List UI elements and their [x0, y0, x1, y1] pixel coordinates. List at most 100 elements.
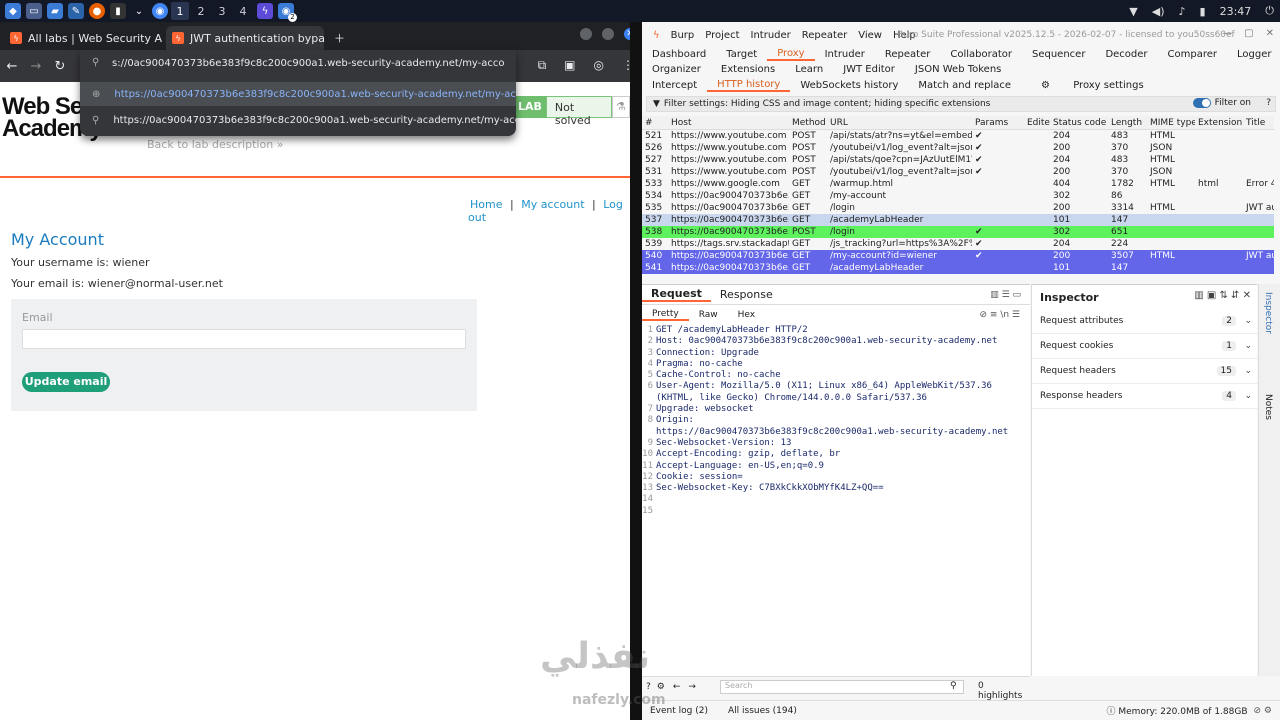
update-email-button[interactable]: Update email [22, 372, 110, 392]
status-icons[interactable]: ⊘ ⚙ [1254, 706, 1272, 716]
table-row[interactable]: 526 https://www.youtube.com POST/youtubei/… [642, 142, 1274, 154]
table-row[interactable]: 540 https://0ac900470373b6e38...GET/my-ac… [642, 250, 1274, 262]
side-tab-notes[interactable]: Notes [1263, 394, 1273, 420]
new-tab-button[interactable]: ＋ [328, 26, 352, 50]
tab-dashboard[interactable]: Dashboard [642, 49, 716, 60]
menu-view[interactable]: View [858, 30, 882, 41]
terminal-icon[interactable]: ▮ [110, 3, 126, 19]
help-icon[interactable]: ? [1266, 98, 1271, 108]
desktop-icon[interactable]: ▭ [26, 3, 42, 19]
tab-raw[interactable]: Raw [689, 310, 728, 320]
side-tab-inspector[interactable]: Inspector [1263, 292, 1273, 334]
help-icon[interactable]: ? [646, 682, 651, 692]
profile-icon[interactable]: ◎ [594, 58, 604, 73]
site-info-icon[interactable]: ⚲ [92, 57, 99, 68]
gear-icon[interactable]: ⚙ [657, 682, 665, 692]
tab-proxy[interactable]: Proxy [767, 48, 815, 61]
tab-logger[interactable]: Logger [1227, 49, 1280, 60]
tab-organizer[interactable]: Organizer [642, 64, 711, 75]
column-header[interactable]: # [642, 118, 668, 128]
extensions-icon[interactable]: ⧉ [538, 58, 547, 73]
column-header[interactable]: URL [827, 118, 972, 128]
menu-repeater[interactable]: Repeater [802, 30, 847, 41]
tab-sequencer[interactable]: Sequencer [1022, 49, 1095, 60]
chrome-window-icon[interactable]: ◉ 2 [278, 3, 297, 22]
table-row[interactable]: 533 https://www.google.com GET/warmup.html… [642, 178, 1274, 190]
column-header[interactable]: Host [668, 118, 789, 128]
table-row[interactable]: 541 https://0ac900470373b6e38...GET/acade… [642, 262, 1274, 274]
arrow-left-icon[interactable]: ← [673, 682, 681, 692]
back-icon[interactable]: ← [0, 59, 24, 74]
tab-extensions[interactable]: Extensions [711, 64, 785, 75]
inspector-row[interactable]: Response headers 4 ⌄ [1032, 384, 1258, 409]
tab-intruder[interactable]: Intruder [815, 49, 875, 60]
tab-intercept[interactable]: Intercept [642, 80, 707, 91]
tab-jwt-editor[interactable]: JWT Editor [833, 64, 905, 75]
bell-icon[interactable]: ♪ [1179, 5, 1186, 18]
all-issues-link[interactable]: All issues (194) [728, 706, 797, 716]
workspace-2[interactable]: 2 [192, 2, 210, 20]
minimize-icon[interactable] [580, 28, 592, 40]
column-header[interactable]: Status code [1050, 118, 1108, 128]
burp-icon[interactable]: ϟ [257, 3, 273, 19]
tab-request[interactable]: Request [642, 287, 711, 302]
layout-icon[interactable]: ▥ ☰ ▭ [981, 290, 1030, 300]
format-icons[interactable]: ⊘ ≡ \n ☰ [970, 310, 1030, 320]
filter-toggle[interactable]: Filter on [1192, 98, 1251, 108]
minimize-icon[interactable]: — [1222, 28, 1232, 39]
column-header[interactable]: Method [789, 118, 827, 128]
chevron-down-icon[interactable]: ⌄ [131, 3, 147, 19]
table-row[interactable]: 521 https://www.youtube.com POST/api/stats… [642, 130, 1274, 142]
column-header[interactable]: Extension [1195, 118, 1243, 128]
tab-match-replace[interactable]: Match and replace [908, 80, 1021, 91]
firefox-icon[interactable]: ● [89, 3, 105, 19]
workspace-4[interactable]: 4 [234, 2, 252, 20]
email-input[interactable] [22, 329, 466, 349]
tab-target[interactable]: Target [716, 49, 767, 60]
tab-learn[interactable]: Learn [785, 64, 833, 75]
network-icon[interactable]: ▼ [1129, 5, 1137, 18]
power-icon[interactable]: ⏻ [1265, 4, 1274, 18]
omnibox-suggestion[interactable]: ⚲ https://0ac900470373b6e383f9c8c200c900a… [80, 108, 516, 132]
chrome-icon[interactable]: ◉ [152, 3, 168, 19]
tab-websockets-history[interactable]: WebSockets history [790, 80, 908, 91]
inspector-controls[interactable]: ▥ ▣ ⇅ ⇵ ✕ [1194, 290, 1251, 301]
table-row[interactable]: 538 https://0ac900470373b6e38...POST/logi… [642, 226, 1274, 238]
proxy-settings-button[interactable]: ⚙ Proxy settings [1021, 80, 1164, 91]
menu-project[interactable]: Project [705, 30, 739, 41]
tab-collaborator[interactable]: Collaborator [940, 49, 1022, 60]
files-icon[interactable]: ▰ [47, 3, 63, 19]
editor-icon[interactable]: ✎ [68, 3, 84, 19]
table-row[interactable]: 527 https://www.youtube.com POST/api/stats… [642, 154, 1274, 166]
filter-bar[interactable]: ▼ Filter settings: Hiding CSS and image … [646, 96, 1276, 112]
forward-icon[interactable]: → [24, 59, 48, 74]
table-row[interactable]: 535 https://0ac900470373b6e38...GET/login… [642, 202, 1274, 214]
tab-decoder[interactable]: Decoder [1095, 49, 1157, 60]
table-row[interactable]: 537 https://0ac900470373b6e38...GET/acade… [642, 214, 1274, 226]
menu-burp[interactable]: Burp [671, 30, 695, 41]
battery-icon[interactable]: ▮ [1200, 5, 1206, 18]
app-menu-icon[interactable]: ◆ [5, 3, 21, 19]
reload-icon[interactable]: ↻ [48, 59, 72, 74]
tab-hex[interactable]: Hex [728, 310, 765, 320]
omnibox-suggestion[interactable]: ⊕ https://0ac900470373b6e383f9c8c200c900a… [80, 82, 516, 106]
tab-all-labs[interactable]: ϟAll labs | Web Security Ac✕ [4, 26, 162, 50]
inspector-row[interactable]: Request headers 15 ⌄ [1032, 359, 1258, 384]
column-header[interactable]: MIME type [1147, 118, 1195, 128]
menu-intruder[interactable]: Intruder [751, 30, 791, 41]
home-link[interactable]: Home [470, 198, 502, 211]
tab-pretty[interactable]: Pretty [642, 309, 689, 321]
column-header[interactable]: Params [972, 118, 1024, 128]
cast-icon[interactable]: ▣ [564, 58, 575, 73]
tab-comparer[interactable]: Comparer [1158, 49, 1227, 60]
workspace-1[interactable]: 1 [171, 2, 189, 20]
tab-http-history[interactable]: HTTP history [707, 79, 791, 92]
maximize-icon[interactable]: ▢ [1244, 28, 1253, 39]
column-header[interactable]: Title [1243, 118, 1274, 128]
maximize-icon[interactable] [602, 28, 614, 40]
table-row[interactable]: 534 https://0ac900470373b6e38...GET/my-ac… [642, 190, 1274, 202]
column-header[interactable]: Length [1108, 118, 1147, 128]
tab-repeater[interactable]: Repeater [875, 49, 940, 60]
my-account-link[interactable]: My account [521, 198, 584, 211]
inspector-row[interactable]: Request attributes 2 ⌄ [1032, 309, 1258, 334]
